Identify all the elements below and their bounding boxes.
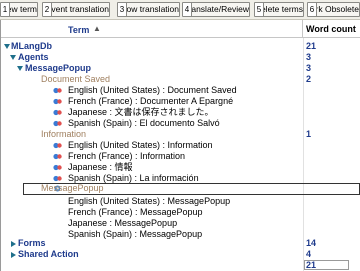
new-term-button[interactable]: 1 New term	[0, 2, 38, 17]
tree-row-translation[interactable]: Japanese : 情報	[1, 162, 360, 173]
tree-row-shared-action[interactable]: Shared Action 4	[1, 249, 360, 260]
word-count: 4	[306, 249, 312, 259]
word-count: 1	[306, 129, 312, 139]
tree-row-mlangdb[interactable]: MLangDb 21	[1, 41, 360, 52]
grid-header: Term ▲ Word count	[1, 20, 360, 38]
word-count-column-header[interactable]: Word count	[306, 24, 356, 34]
tree-row-forms[interactable]: Forms 14	[1, 238, 360, 249]
delete-terms-button[interactable]: 5 Delete terms	[254, 2, 304, 17]
tree-row-translation[interactable]: French (France) : Information	[1, 151, 360, 162]
language-globe-icon	[53, 153, 62, 160]
shortcut-number: 5	[255, 3, 264, 16]
key-label: MessagePopup	[41, 183, 104, 193]
expand-arrow-icon[interactable]	[11, 252, 16, 258]
language-globe-icon	[53, 120, 62, 127]
allow-translation-label: Allow translation	[127, 4, 179, 14]
shortcut-number: 2	[43, 3, 52, 16]
shortcut-number: 1	[1, 3, 10, 16]
language-globe-icon	[53, 98, 62, 105]
tree-row-key[interactable]: Document Saved 2	[1, 74, 360, 85]
mark-obsolete-label: Mark Obsolete	[317, 4, 359, 14]
language-globe-icon	[53, 175, 62, 182]
translate-review-label: Translate/Review	[192, 4, 249, 14]
delete-terms-label: Delete terms	[264, 4, 303, 14]
translation-label: Japanese : 情報	[68, 162, 133, 172]
tree-row-key[interactable]: Information 1	[1, 129, 360, 140]
tree-row-translation[interactable]: French (France) : Documenter A Epargné	[1, 96, 360, 107]
tree-row-translation[interactable]: Spanish (Spain) : El documento Salvó	[1, 118, 360, 129]
language-globe-icon	[53, 142, 62, 149]
collapse-arrow-icon[interactable]	[10, 55, 16, 60]
translate-review-button[interactable]: 4 Translate/Review	[182, 2, 250, 17]
shortcut-number: 4	[183, 3, 192, 16]
total-word-count: 21	[306, 260, 317, 270]
node-label: Forms	[18, 238, 46, 248]
translation-label: Japanese : MessagePopup	[68, 218, 178, 228]
translation-label: English (United States) : MessagePopup	[68, 196, 231, 206]
toolbar: 1 New term 2 Prevent translation 3 Allow…	[0, 0, 360, 20]
node-label: Agents	[18, 52, 49, 62]
word-count: 2	[306, 74, 312, 84]
new-term-label: New term	[10, 4, 37, 14]
translation-label: French (France) : MessagePopup	[68, 207, 203, 217]
translation-label: English (United States) : Information	[68, 140, 213, 150]
tree-row-translation[interactable]: French (France) : MessagePopup	[1, 207, 360, 218]
collapse-arrow-icon[interactable]	[4, 44, 10, 49]
translation-label: Japanese : 文書は保存されました。	[68, 107, 214, 117]
tree-row-key-selected[interactable]: MessagePopup	[23, 183, 360, 195]
translation-label: English (United States) : Document Saved	[68, 85, 237, 95]
translation-label: Spanish (Spain) : El documento Salvó	[68, 118, 220, 128]
tree-row-translation[interactable]: English (United States) : MessagePopup	[1, 196, 360, 207]
language-globe-icon	[53, 109, 62, 116]
prevent-translation-button[interactable]: 2 Prevent translation	[42, 2, 110, 17]
prevent-translation-label: Prevent translation	[52, 4, 109, 14]
tree-row-translation[interactable]: Japanese : MessagePopup	[1, 218, 360, 229]
shortcut-number: 6	[308, 3, 317, 16]
term-grid: Term ▲ Word count MLangDb 21 Agents 3 Me…	[0, 20, 360, 271]
word-count: 21	[306, 41, 317, 51]
language-globe-icon	[53, 164, 62, 171]
tree-row-messagepopup[interactable]: MessagePopup 3	[1, 63, 360, 74]
translation-label: French (France) : Information	[68, 151, 186, 161]
expand-arrow-icon[interactable]	[11, 241, 16, 247]
node-label: MessagePopup	[25, 63, 92, 73]
tree-row-agents[interactable]: Agents 3	[1, 52, 360, 63]
word-count: 14	[306, 238, 317, 248]
key-label: Information	[41, 129, 87, 139]
collapse-arrow-icon[interactable]	[17, 66, 23, 71]
word-count: 3	[306, 63, 312, 73]
sort-ascending-icon: ▲	[93, 24, 101, 33]
term-column-header[interactable]: Term ▲	[1, 20, 303, 38]
tree-row-translation[interactable]: English (United States) : Document Saved	[1, 85, 360, 96]
allow-translation-button[interactable]: 3 Allow translation	[117, 2, 180, 17]
word-count: 3	[306, 52, 312, 62]
term-header-label: Term	[68, 25, 90, 35]
tree-row-translation[interactable]: Japanese : 文書は保存されました。	[1, 107, 360, 118]
node-label: MLangDb	[11, 41, 52, 51]
node-label: Shared Action	[18, 249, 79, 259]
mark-obsolete-button[interactable]: 6 Mark Obsolete	[307, 2, 360, 17]
language-globe-icon	[53, 87, 62, 94]
translation-label: French (France) : Documenter A Epargné	[68, 96, 234, 106]
shortcut-number: 3	[118, 3, 127, 16]
key-label: Document Saved	[41, 74, 111, 84]
tree-row-translation[interactable]: English (United States) : Information	[1, 140, 360, 151]
